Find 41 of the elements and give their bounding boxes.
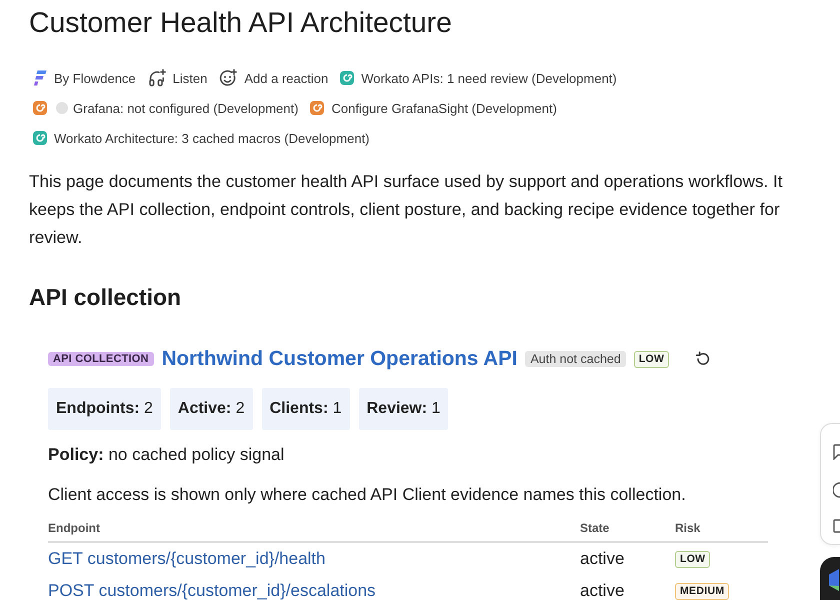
add-reaction-button[interactable]: Add a reaction (219, 69, 328, 87)
column-header: Endpoint (48, 519, 580, 543)
auth-status-badge: Auth not cached (525, 351, 626, 367)
state-text: active (580, 549, 624, 569)
risk-badge: LOW (675, 550, 710, 568)
endpoint-link[interactable]: POST customers/{customer_id}/escalations (48, 581, 376, 600)
listen-button[interactable]: Listen (148, 69, 208, 87)
collection-title-link[interactable]: Northwind Customer Operations API (162, 347, 518, 371)
column-header: Risk (675, 519, 768, 543)
spiral-tile-icon (340, 71, 354, 85)
endpoint-link[interactable]: GET customers/{customer_id}/health (48, 549, 326, 569)
spiral-tile-icon (33, 101, 47, 115)
intro-paragraph: This page documents the customer health API surface used by support and operations workflows. It keeps the API collection, endpoint controls, client posture, and backing recipe evidence together for review. (29, 171, 784, 249)
client-access-note: Client access is shown only where cached API Client evidence names this collection. (48, 484, 687, 506)
page-icon[interactable] (833, 518, 840, 534)
headphones-icon (148, 69, 166, 87)
assistant-launcher-button[interactable] (820, 557, 840, 600)
comment-icon[interactable] (833, 444, 840, 460)
integration-link[interactable]: Configure GrafanaSight (Development) (310, 100, 557, 116)
stripes-logo-icon (33, 70, 47, 86)
page-title: Customer Health API Architecture (29, 6, 453, 40)
spiral-tile-icon (33, 131, 47, 145)
spiral-tile-icon (310, 101, 324, 115)
author-link[interactable]: By Flowdence (33, 70, 136, 86)
collection-type-badge: API COLLECTION (48, 352, 154, 366)
risk-badge: MEDIUM (675, 582, 730, 600)
risk-badge: LOW (634, 350, 670, 368)
integration-link[interactable]: Workato Architecture: 3 cached macros (Development) (33, 130, 370, 146)
stat-chip: Endpoints: 2 (48, 388, 161, 430)
state-text: active (580, 581, 624, 600)
stat-chip: Clients: 1 (262, 388, 350, 430)
refresh-icon[interactable] (695, 351, 712, 367)
stat-chip: Review: 1 (358, 388, 448, 430)
integration-link[interactable]: Workato APIs: 1 need review (Development) (340, 70, 617, 86)
column-header: State (580, 519, 675, 543)
integration-link[interactable]: Grafana: not configured (Development) (33, 100, 298, 116)
hexagon-logo-icon (829, 569, 839, 591)
policy-text: Policy: no cached policy signal (48, 444, 286, 466)
stat-chip: Active: 2 (170, 388, 253, 430)
smiley-icon (219, 69, 238, 87)
section-heading: API collection (29, 283, 182, 312)
